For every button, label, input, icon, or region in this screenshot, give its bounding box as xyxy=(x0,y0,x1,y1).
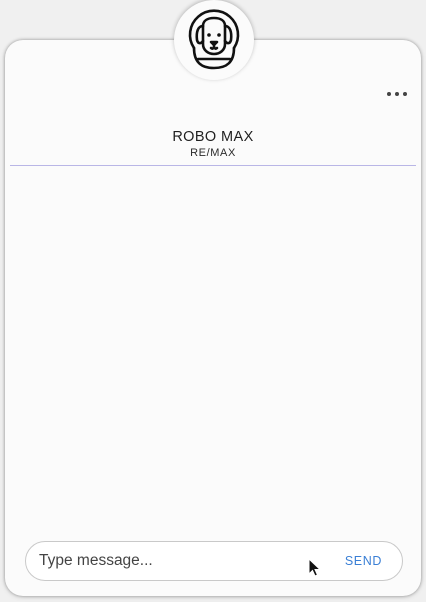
message-input[interactable] xyxy=(39,552,345,570)
bot-avatar xyxy=(174,0,254,80)
more-options-icon[interactable] xyxy=(387,92,407,96)
header-divider xyxy=(10,165,416,166)
bot-name: ROBO MAX xyxy=(172,129,254,145)
message-composer: SEND xyxy=(25,541,403,581)
chat-header: ROBO MAX RE/MAX xyxy=(5,129,421,159)
send-button[interactable]: SEND xyxy=(345,554,382,568)
chat-widget: ROBO MAX RE/MAX xyxy=(5,40,421,596)
dog-astronaut-icon xyxy=(188,9,240,70)
message-list xyxy=(10,167,416,530)
mouse-pointer-icon xyxy=(308,558,322,577)
bot-organization: RE/MAX xyxy=(190,147,236,159)
